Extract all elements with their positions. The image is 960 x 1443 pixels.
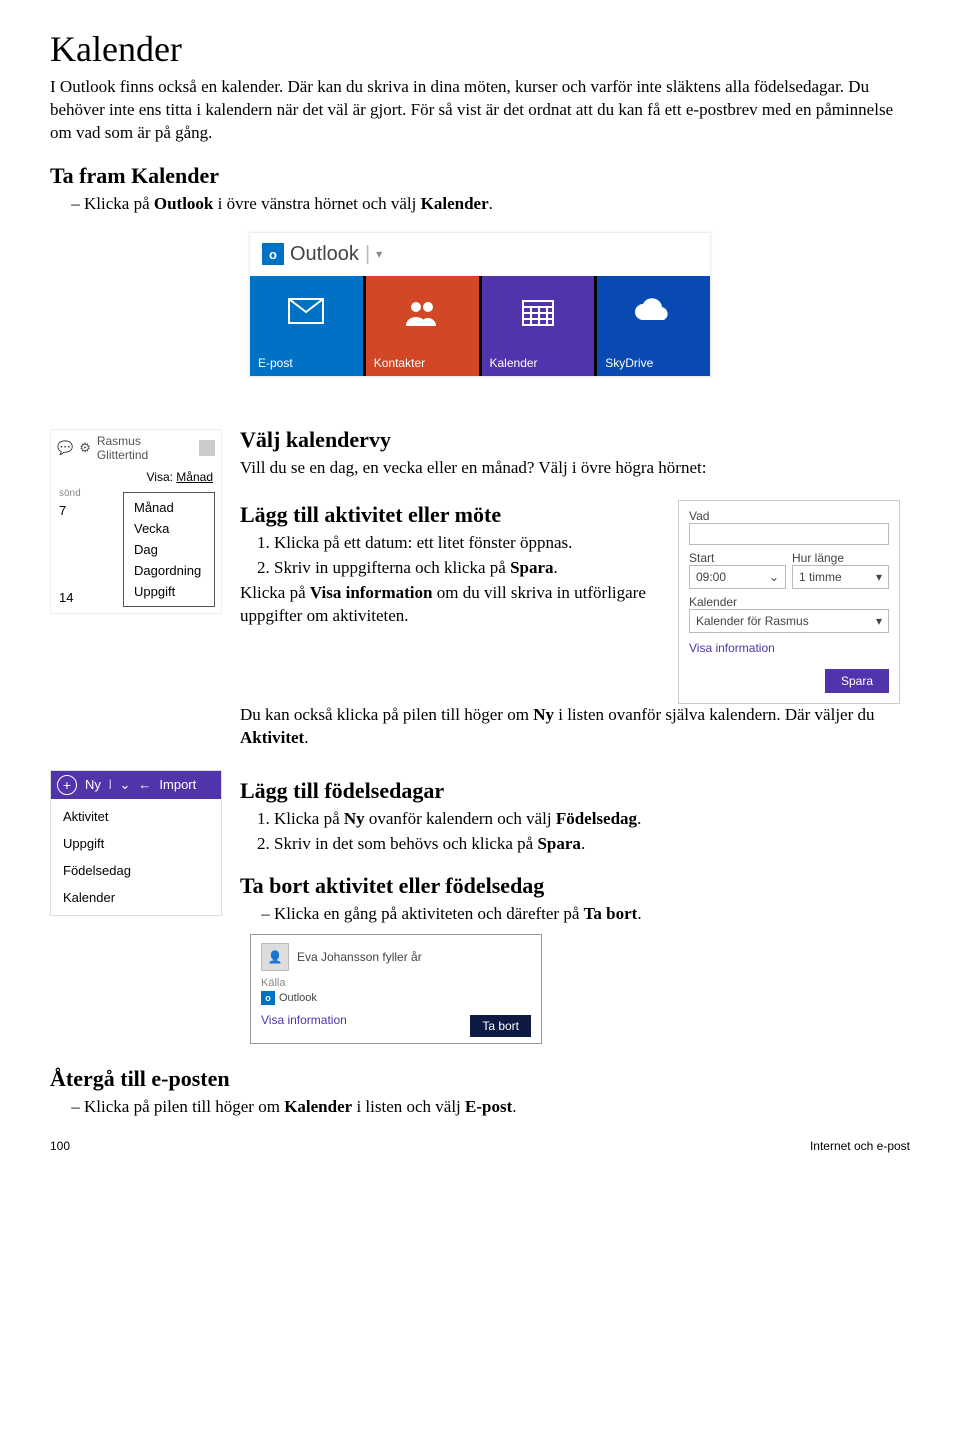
user-name: Rasmus Glittertind xyxy=(97,434,194,462)
ny-dropdown: + Ny | ⌄ ← Import Aktivitet Uppgift Föde… xyxy=(50,770,222,916)
view-option-manad[interactable]: Månad xyxy=(134,497,204,518)
visa-info-link[interactable]: Visa information xyxy=(261,1013,347,1027)
heading-fodelsedagar: Lägg till födelsedagar xyxy=(240,778,910,804)
heading-valj-vy: Välj kalendervy xyxy=(240,427,910,453)
footer-title: Internet och e-post xyxy=(810,1139,910,1153)
outlook-header[interactable]: o Outlook | ▾ xyxy=(250,233,710,276)
event-title: Eva Johansson fyller år xyxy=(297,950,422,964)
chat-icon: 💬 xyxy=(57,440,73,456)
add-step-2: Skriv in uppgifterna och klicka på Spara… xyxy=(274,557,668,580)
ny-item-kalender[interactable]: Kalender xyxy=(51,884,221,911)
heading-ta-bort: Ta bort aktivitet eller födelsedag xyxy=(240,873,910,899)
mail-icon xyxy=(250,298,363,327)
view-option-vecka[interactable]: Vecka xyxy=(134,518,204,539)
kalender-label: Kalender xyxy=(689,595,889,609)
heading-aterga: Återgå till e-posten xyxy=(50,1066,910,1092)
chevron-down-icon: ⌄ xyxy=(769,570,779,584)
start-label: Start xyxy=(689,551,786,565)
kalender-select[interactable]: Kalender för Rasmus ▾ xyxy=(689,609,889,633)
source-label: Källa xyxy=(261,977,531,989)
tile-kontakter-label: Kontakter xyxy=(374,356,425,370)
valj-vy-text: Vill du se en dag, en vecka eller en mån… xyxy=(240,457,910,480)
ny-item-fodelsedag[interactable]: Födelsedag xyxy=(51,857,221,884)
chevron-down-icon: ▾ xyxy=(876,570,882,584)
chevron-down-icon[interactable]: ⌄ xyxy=(120,777,131,793)
import-button[interactable]: Import xyxy=(159,777,196,792)
page-number: 100 xyxy=(50,1139,70,1153)
hur-select[interactable]: 1 timme ▾ xyxy=(792,565,889,589)
heading-lagg-till: Lägg till aktivitet eller möte xyxy=(240,502,668,528)
visa-info-link[interactable]: Visa information xyxy=(689,641,775,655)
user-header: 💬 ⚙ Rasmus Glittertind xyxy=(51,430,221,466)
del-step: Klicka en gång på aktiviteten och däreft… xyxy=(274,903,910,926)
chevron-down-icon[interactable]: ▾ xyxy=(376,247,382,261)
tile-skydrive-label: SkyDrive xyxy=(605,356,653,370)
heading-ta-fram: Ta fram Kalender xyxy=(50,163,910,189)
calendar-icon xyxy=(482,298,595,329)
source-app: Outlook xyxy=(279,992,317,1004)
hur-label: Hur länge xyxy=(792,551,889,565)
ny-item-aktivitet[interactable]: Aktivitet xyxy=(51,803,221,830)
add-ny-text: Du kan också klicka på pilen till höger … xyxy=(240,704,910,750)
view-option-dagordning[interactable]: Dagordning xyxy=(134,560,204,581)
bday-step-2: Skriv in det som behövs och klicka på Sp… xyxy=(274,833,910,856)
avatar-icon: 👤 xyxy=(261,943,289,971)
tile-epost-label: E-post xyxy=(258,356,293,370)
start-select[interactable]: 09:00 ⌄ xyxy=(689,565,786,589)
day-7: 7 xyxy=(51,499,87,522)
tile-kontakter[interactable]: Kontakter xyxy=(366,276,479,376)
plus-icon: + xyxy=(57,775,77,795)
outlook-logo-icon: o xyxy=(261,991,275,1005)
back-step: Klicka på pilen till höger om Kalender i… xyxy=(84,1096,910,1119)
tile-kalender[interactable]: Kalender xyxy=(482,276,595,376)
tile-epost[interactable]: E-post xyxy=(250,276,363,376)
vad-label: Vad xyxy=(689,509,889,523)
view-option-uppgift[interactable]: Uppgift xyxy=(134,581,204,602)
outlook-brand-label: Outlook xyxy=(290,243,359,266)
spara-button[interactable]: Spara xyxy=(825,669,889,693)
vad-input[interactable] xyxy=(689,523,889,545)
cloud-icon xyxy=(597,298,710,325)
avatar-icon xyxy=(199,440,215,456)
settings-icon: ⚙ xyxy=(79,440,91,456)
new-event-popup: Vad Start 09:00 ⌄ Hur länge xyxy=(678,500,900,704)
people-icon xyxy=(366,298,479,331)
add-info-text: Klicka på Visa information om du vill sk… xyxy=(240,582,668,628)
calendar-view-menu: 💬 ⚙ Rasmus Glittertind Visa: Månad sönd xyxy=(50,429,222,614)
outlook-app-switcher: o Outlook | ▾ E-post Kontakter xyxy=(249,232,711,377)
intro-text: I Outlook finns också en kalender. Där k… xyxy=(50,76,910,145)
ny-button[interactable]: Ny xyxy=(85,777,101,792)
weekday-label: sönd xyxy=(51,488,87,499)
page-footer: 100 Internet och e-post xyxy=(50,1119,910,1153)
event-detail-card: 👤 Eva Johansson fyller år Källa o Outloo… xyxy=(250,934,542,1044)
tile-skydrive[interactable]: SkyDrive xyxy=(597,276,710,376)
view-option-dag[interactable]: Dag xyxy=(134,539,204,560)
ta-fram-step: Klicka på Outlook i övre vänstra hörnet … xyxy=(84,193,910,216)
outlook-logo-icon: o xyxy=(262,243,284,265)
bday-step-1: Klicka på Ny ovanför kalendern och välj … xyxy=(274,808,910,831)
visa-label[interactable]: Visa: Månad xyxy=(146,470,213,484)
page-title: Kalender xyxy=(50,28,910,70)
tile-kalender-label: Kalender xyxy=(490,356,538,370)
ny-item-uppgift[interactable]: Uppgift xyxy=(51,830,221,857)
day-14: 14 xyxy=(51,586,87,609)
chevron-down-icon: ▾ xyxy=(876,614,882,628)
ta-bort-button[interactable]: Ta bort xyxy=(470,1015,531,1037)
add-step-1: Klicka på ett datum: ett litet fönster ö… xyxy=(274,532,668,555)
